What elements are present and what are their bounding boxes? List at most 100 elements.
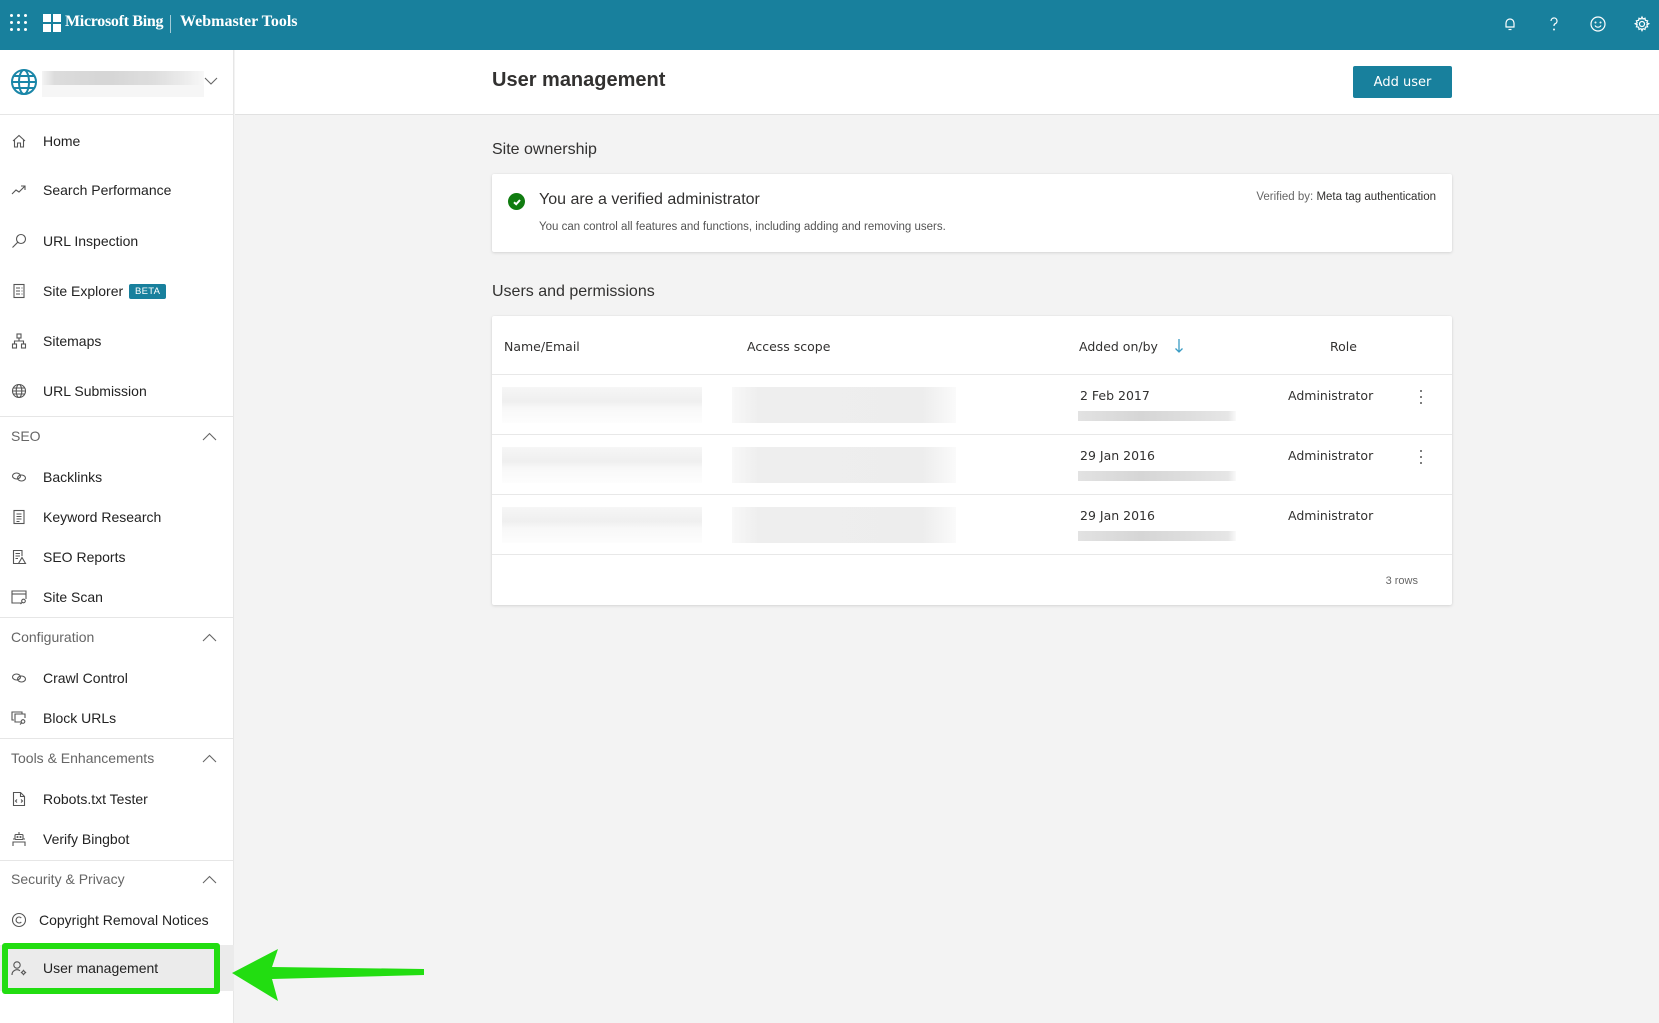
add-user-button[interactable]: Add user xyxy=(1353,66,1452,98)
sidebar-item-label: SEO Reports xyxy=(43,549,126,565)
globe-icon xyxy=(11,69,37,95)
search-icon xyxy=(11,233,27,249)
verified-by-label: Verified by: xyxy=(1256,191,1314,203)
browser-search-icon xyxy=(11,589,27,605)
role: Administrator xyxy=(1288,508,1374,523)
table-row[interactable]: 2 Feb 2017 Administrator xyxy=(492,375,1452,435)
name-email-redacted xyxy=(502,507,702,543)
table-row[interactable]: 29 Jan 2016 Administrator xyxy=(492,435,1452,495)
added-on-date: 2 Feb 2017 xyxy=(1080,388,1150,403)
name-email-redacted xyxy=(502,447,702,483)
column-header-added-on-by[interactable]: Added on/by xyxy=(1079,339,1158,354)
sidebar-item-search-performance[interactable]: Search Performance xyxy=(0,170,234,210)
chevron-down-icon[interactable] xyxy=(204,76,218,86)
product-name[interactable]: Webmaster Tools xyxy=(180,13,298,31)
chevron-up-icon xyxy=(202,633,217,642)
sidebar-item-label: Block URLs xyxy=(43,710,117,726)
sidebar-item-label: Crawl Control xyxy=(43,670,128,686)
code-file-icon xyxy=(11,791,27,807)
section-title: Security & Privacy xyxy=(11,871,125,887)
ownership-card: You are a verified administrator You can… xyxy=(492,174,1452,252)
column-header-role[interactable]: Role xyxy=(1330,339,1357,354)
sort-descending-icon[interactable] xyxy=(1174,338,1184,354)
notifications-icon[interactable] xyxy=(1498,12,1522,36)
site-ownership-heading: Site ownership xyxy=(492,141,597,158)
more-options-icon[interactable] xyxy=(1414,387,1428,407)
section-header-seo[interactable]: SEO xyxy=(0,417,234,457)
sidebar-item-label: Verify Bingbot xyxy=(43,831,130,847)
verified-by-method: Meta tag authentication xyxy=(1316,191,1436,203)
sidebar-item-label: Search Performance xyxy=(43,182,172,198)
sidebar-item-seo-reports[interactable]: SEO Reports xyxy=(0,537,234,577)
sidebar-item-user-management[interactable]: User management xyxy=(0,945,234,991)
sidebar: Home Search Performance URL Inspection S… xyxy=(0,50,234,1023)
chevron-up-icon xyxy=(202,432,217,441)
sidebar-item-label: Backlinks xyxy=(43,469,103,485)
section-title: Tools & Enhancements xyxy=(11,750,155,766)
users-permissions-heading: Users and permissions xyxy=(492,283,655,300)
user-settings-icon xyxy=(11,960,27,976)
sidebar-item-keyword-research[interactable]: Keyword Research xyxy=(0,497,234,537)
added-by-redacted xyxy=(1078,531,1236,541)
link-icon xyxy=(11,670,27,686)
role: Administrator xyxy=(1288,388,1374,403)
sidebar-item-label: Site Scan xyxy=(43,589,103,605)
role: Administrator xyxy=(1288,448,1374,463)
brand-separator xyxy=(170,15,171,33)
added-on-date: 29 Jan 2016 xyxy=(1080,508,1155,523)
added-by-redacted xyxy=(1078,411,1236,421)
verified-by: Verified by: Meta tag authentication xyxy=(1256,191,1436,203)
site-selector[interactable] xyxy=(0,50,234,115)
section-header-configuration[interactable]: Configuration xyxy=(0,618,234,658)
trend-icon xyxy=(11,182,27,198)
ownership-status: You are a verified administrator xyxy=(539,191,760,208)
sidebar-item-sitemaps[interactable]: Sitemaps xyxy=(0,321,234,361)
sidebar-item-label: Copyright Removal Notices xyxy=(39,912,209,928)
sidebar-item-crawl-control[interactable]: Crawl Control xyxy=(0,658,234,698)
sidebar-item-label: Robots.txt Tester xyxy=(43,791,148,807)
sidebar-item-url-inspection[interactable]: URL Inspection xyxy=(0,221,234,261)
feedback-icon[interactable] xyxy=(1586,12,1610,36)
sidebar-item-home[interactable]: Home xyxy=(0,121,234,161)
sidebar-item-robots-txt-tester[interactable]: Robots.txt Tester xyxy=(0,779,234,819)
globe-icon xyxy=(11,383,27,399)
section-header-tools-enhancements[interactable]: Tools & Enhancements xyxy=(0,739,234,779)
column-header-name-email[interactable]: Name/Email xyxy=(504,339,580,354)
ownership-description: You can control all features and functio… xyxy=(539,221,946,233)
check-circle-icon xyxy=(508,193,525,210)
page-header: User management Add user xyxy=(235,50,1659,115)
help-icon[interactable] xyxy=(1542,12,1566,36)
settings-icon[interactable] xyxy=(1630,12,1654,36)
added-by-redacted xyxy=(1078,471,1236,481)
document-icon xyxy=(11,509,27,525)
sidebar-item-site-scan[interactable]: Site Scan xyxy=(0,577,234,617)
column-header-access-scope[interactable]: Access scope xyxy=(747,339,830,354)
sidebar-item-copyright-removal-notices[interactable]: Copyright Removal Notices xyxy=(0,900,234,940)
sidebar-item-backlinks[interactable]: Backlinks xyxy=(0,457,234,497)
sidebar-item-label: Home xyxy=(43,133,81,149)
app-launcher-icon[interactable] xyxy=(10,14,28,32)
sidebar-item-block-urls[interactable]: Block URLs xyxy=(0,698,234,738)
document-list-icon xyxy=(11,283,27,299)
brand-name[interactable]: Microsoft Bing xyxy=(65,13,163,31)
sidebar-item-label: URL Inspection xyxy=(43,233,139,249)
access-scope-redacted xyxy=(732,507,956,543)
table-row[interactable]: 29 Jan 2016 Administrator xyxy=(492,495,1452,555)
name-email-redacted xyxy=(502,387,702,423)
more-options-icon[interactable] xyxy=(1414,447,1428,467)
link-icon xyxy=(11,469,27,485)
sidebar-item-url-submission[interactable]: URL Submission xyxy=(0,371,234,411)
sidebar-item-label: Keyword Research xyxy=(43,509,162,525)
sidebar-item-verify-bingbot[interactable]: Verify Bingbot xyxy=(0,819,234,859)
sidebar-item-label: Site Explorer xyxy=(43,283,124,299)
home-icon xyxy=(11,133,27,149)
beta-badge: BETA xyxy=(129,283,167,299)
sidebar-item-label: User management xyxy=(43,960,159,976)
chevron-up-icon xyxy=(202,875,217,884)
copyright-icon xyxy=(11,912,27,928)
sidebar-item-label: Sitemaps xyxy=(43,333,102,349)
top-bar: Microsoft Bing Webmaster Tools xyxy=(0,0,1659,50)
page-title: User management xyxy=(492,69,666,91)
sidebar-item-site-explorer[interactable]: Site Explorer BETA xyxy=(0,271,234,311)
section-header-security-privacy[interactable]: Security & Privacy xyxy=(0,860,234,900)
